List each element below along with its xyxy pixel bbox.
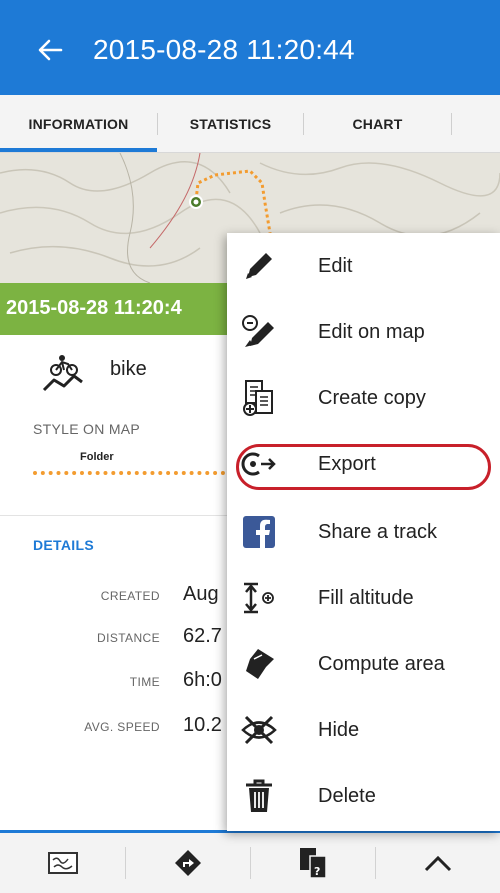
tab-chart[interactable]: CHART [304,95,451,153]
menu-item-delete[interactable]: Delete [227,763,500,829]
menu-item-export[interactable]: Export [227,431,500,497]
menu-item-label: Export [318,453,376,475]
menu-item-hide[interactable]: Hide [227,697,500,763]
tab-statistics[interactable]: STATISTICS [158,95,303,153]
map-icon [47,852,78,874]
detail-key-distance: DISTANCE [97,631,160,645]
edit-on-map-icon [239,312,279,352]
menu-item-share-track[interactable]: Share a track [227,499,500,565]
menu-item-label: Fill altitude [318,587,414,609]
detail-key-created: CREATED [100,589,160,603]
menu-item-label: Create copy [318,387,426,409]
hide-icon [239,710,279,750]
bike-icon [42,355,83,392]
map-button[interactable] [0,833,125,893]
tab-information[interactable]: INFORMATION [0,95,157,153]
menu-item-fill-altitude[interactable]: Fill altitude [227,565,500,631]
more-button[interactable] [375,833,500,893]
track-style-preview[interactable] [33,471,233,475]
menu-item-edit[interactable]: Edit [227,233,500,299]
menu-item-edit-on-map[interactable]: Edit on map [227,299,500,365]
menu-item-label: Hide [318,719,360,741]
altitude-icon [239,578,279,618]
track-context-menu: Edit Edit on map Create copy Export Shar… [227,233,500,831]
area-icon [239,644,279,684]
track-name: 2015-08-28 11:20:4 [6,297,182,319]
facebook-icon [239,512,279,552]
activity-label: bike [110,358,147,380]
detail-key-avg-speed: AVG. SPEED [84,720,160,734]
menu-item-label: Edit on map [318,321,425,343]
svg-text:?: ? [314,865,320,878]
copy-icon [239,378,279,418]
tools-button[interactable]: ? [250,833,375,893]
tools-icon: ? [299,848,327,879]
details-heading: DETAILS [33,537,94,553]
menu-item-label: Edit [318,255,353,277]
detail-value-avg-speed: 10.2 [183,714,222,736]
folder-label: Folder [80,451,114,463]
navigate-icon [174,850,201,876]
pencil-icon [239,246,279,286]
tab-divider [451,113,452,135]
export-icon [239,444,279,484]
menu-item-label: Share a track [318,521,437,543]
detail-value-distance: 62.7 [183,625,222,647]
back-button[interactable] [30,30,70,70]
navigate-button[interactable] [125,833,250,893]
detail-key-time: TIME [129,675,160,689]
active-tab-indicator [0,148,157,152]
menu-item-create-copy[interactable]: Create copy [227,365,500,431]
menu-item-compute-area[interactable]: Compute area [227,631,500,697]
detail-value-created: Aug [183,583,219,605]
style-on-map-label: STYLE ON MAP [33,421,141,437]
activity-row[interactable]: bike [0,340,240,400]
back-arrow-icon [38,39,63,61]
page-title: 2015-08-28 11:20:44 [93,34,355,65]
trash-icon [239,776,279,816]
detail-value-time: 6h:0 [183,669,222,691]
chevron-up-icon [424,855,451,872]
bottom-toolbar: ? [0,830,500,893]
app-bar: 2015-08-28 11:20:44 [0,0,500,95]
menu-item-label: Delete [318,785,376,807]
menu-item-label: Compute area [318,653,445,675]
tab-bar: INFORMATION STATISTICS CHART [0,95,500,153]
track-detail-screen: 2015-08-28 11:20:44 INFORMATION STATISTI… [0,0,500,893]
